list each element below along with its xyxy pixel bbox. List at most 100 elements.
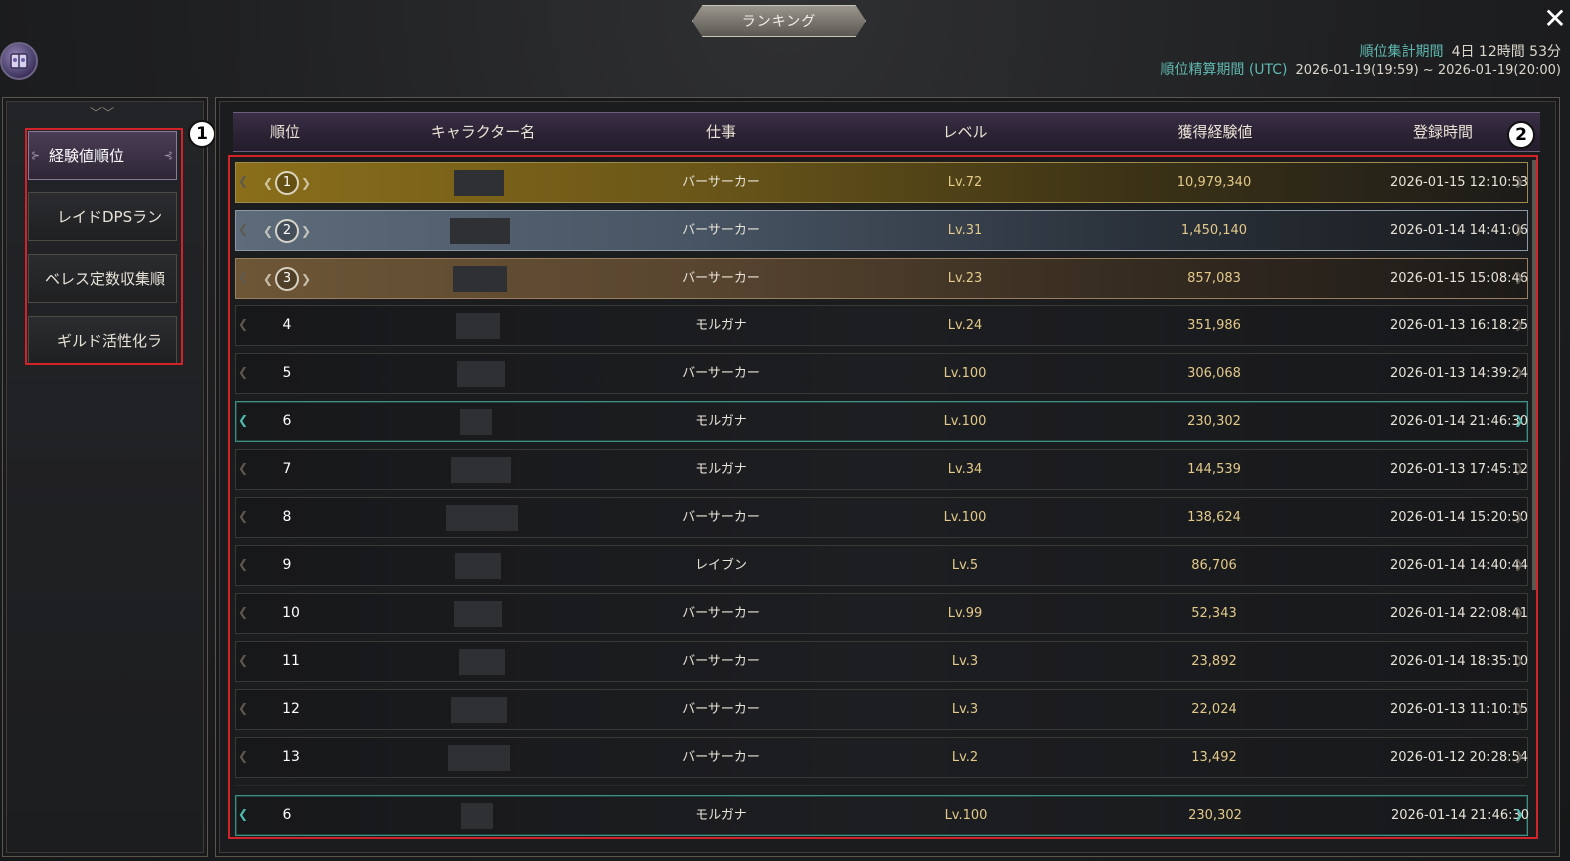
character-name-redacted xyxy=(448,745,510,771)
tab-exp-ranking[interactable]: ⊱ 経験値順位 ⊰ xyxy=(28,131,177,180)
table-row[interactable]: ❮ ❮ 3 ❯ バーサーカー Lv.23 857,083 2026-01-15 15… xyxy=(235,258,1528,299)
header-job: 仕事 xyxy=(705,123,737,141)
annotation-badge-1: 1 xyxy=(188,120,216,148)
table-row[interactable]: ❮ 4 モルガナ Lv.24 351,986 2026-01-13 16:18:… xyxy=(235,305,1528,346)
time-cell: 2026-01-14 14:41:06 xyxy=(1389,223,1529,238)
character-name-redacted xyxy=(459,649,505,675)
exp-cell: 230,302 xyxy=(1187,414,1241,429)
exp-cell: 1,450,140 xyxy=(1180,223,1248,238)
ranking-menu-icon[interactable] xyxy=(0,42,38,80)
scrollbar[interactable] xyxy=(1532,160,1536,590)
job-cell: バーサーカー xyxy=(682,510,760,525)
table-row[interactable]: ❮ 12 バーサーカー Lv.3 22,024 2026-01-13 11:10… xyxy=(235,689,1528,730)
row-edge-icon: ❯ xyxy=(1513,365,1524,379)
exp-cell: 306,068 xyxy=(1187,366,1241,381)
character-name-redacted xyxy=(455,553,501,579)
time-cell: 2026-01-13 16:18:25 xyxy=(1389,318,1529,333)
table-row[interactable]: ❮ 10 バーサーカー Lv.99 52,343 2026-01-14 22:0… xyxy=(235,593,1528,634)
rank-number: 10 xyxy=(282,605,300,621)
level-cell: Lv.2 xyxy=(951,750,979,765)
exp-cell: 22,024 xyxy=(1191,702,1237,717)
gold-medal-icon: ❮ 1 ❯ xyxy=(249,167,325,198)
settlement-period-label: 順位精算期間 (UTC) xyxy=(1160,62,1288,78)
character-name-redacted xyxy=(451,457,511,483)
level-cell: Lv.100 xyxy=(944,808,988,823)
character-name-redacted xyxy=(456,313,500,339)
table-row[interactable]: ❮ 8 バーサーカー Lv.100 138,624 2026-01-14 15:… xyxy=(235,497,1528,538)
header-level: レベル xyxy=(942,123,988,141)
rank-number: 1 xyxy=(275,170,299,195)
level-cell: Lv.5 xyxy=(951,558,979,573)
level-cell: Lv.34 xyxy=(947,462,983,477)
level-cell: Lv.100 xyxy=(943,414,987,429)
rank-number: 12 xyxy=(282,701,300,717)
close-icon[interactable]: ✕ xyxy=(1541,5,1569,33)
row-edge-icon: ❮ xyxy=(238,807,249,821)
aggregation-period: 順位集計期間 4日 12時間 53分 xyxy=(1360,41,1561,61)
table-row[interactable]: ❮ ❮ 2 ❯ バーサーカー Lv.31 1,450,140 2026-01-14 … xyxy=(235,210,1528,251)
rank-number: 4 xyxy=(282,317,292,333)
time-cell: 2026-01-14 22:08:41 xyxy=(1389,606,1529,621)
header-registered-time: 登録時間 xyxy=(1412,123,1474,141)
row-edge-icon: ❮ xyxy=(238,174,249,188)
row-edge-icon: ❮ xyxy=(238,270,249,284)
table-row[interactable]: ❮ 5 バーサーカー Lv.100 306,068 2026-01-13 14:… xyxy=(235,353,1528,394)
character-name-redacted xyxy=(461,803,493,829)
time-cell: 2026-01-13 14:39:24 xyxy=(1389,366,1529,381)
table-row[interactable]: ❮ 9 レイブン Lv.5 86,706 2026-01-14 14:40:44… xyxy=(235,545,1528,586)
row-edge-icon: ❮ xyxy=(238,509,249,523)
exp-cell: 230,302 xyxy=(1188,808,1242,823)
rank-number: 5 xyxy=(282,365,292,381)
row-edge-icon: ❮ xyxy=(238,461,249,475)
exp-cell: 10,979,340 xyxy=(1176,175,1252,190)
level-cell: Lv.100 xyxy=(943,510,987,525)
time-cell: 2026-01-14 15:20:50 xyxy=(1389,510,1529,525)
rank-number: 6 xyxy=(282,807,292,823)
rank-number: 8 xyxy=(282,509,292,525)
row-edge-icon: ❮ xyxy=(238,413,249,427)
ornament-icon: ﹀﹀ xyxy=(90,106,115,120)
tab-label: 経験値順位 xyxy=(49,147,125,165)
job-cell: モルガナ xyxy=(695,414,747,429)
table-row[interactable]: ❮ 7 モルガナ Lv.34 144,539 2026-01-13 17:45:… xyxy=(235,449,1528,490)
row-edge-icon: ❮ xyxy=(238,701,249,715)
job-cell: モルガナ xyxy=(695,462,747,477)
exp-cell: 86,706 xyxy=(1191,558,1237,573)
time-cell: 2026-01-13 11:10:15 xyxy=(1389,702,1529,717)
exp-cell: 52,343 xyxy=(1191,606,1237,621)
book-icon xyxy=(10,53,28,69)
character-name-redacted xyxy=(454,601,502,627)
row-edge-icon: ❮ xyxy=(238,557,249,571)
character-name-redacted xyxy=(454,170,504,196)
character-name-redacted xyxy=(450,218,510,244)
rank-number: 7 xyxy=(282,461,292,477)
level-cell: Lv.100 xyxy=(943,366,987,381)
character-name-redacted xyxy=(451,697,507,723)
my-rank-row[interactable]: ❮ 6 モルガナ Lv.100 230,302 2026-01-14 21:46… xyxy=(235,795,1529,836)
character-name-redacted xyxy=(460,409,492,435)
table-row[interactable]: ❮ 11 バーサーカー Lv.3 23,892 2026-01-14 18:35… xyxy=(235,641,1528,682)
row-edge-icon: ❯ xyxy=(1513,317,1524,331)
rank-number: 11 xyxy=(282,653,300,669)
row-edge-icon: ❯ xyxy=(1513,174,1524,188)
tab-beres-collection-ranking[interactable]: ベレス定数収集順 xyxy=(28,254,177,303)
level-cell: Lv.3 xyxy=(951,654,979,669)
table-row-my-rank[interactable]: ❮ 6 モルガナ Lv.100 230,302 2026-01-14 21:46… xyxy=(235,401,1528,442)
table-row[interactable]: ❮ ❮ 1 ❯ バーサーカー Lv.72 10,979,340 2026-01-15… xyxy=(235,162,1528,203)
tab-label: ベレス定数収集順 xyxy=(45,270,166,288)
row-edge-icon: ❯ xyxy=(1513,653,1524,667)
level-cell: Lv.23 xyxy=(947,271,983,286)
job-cell: モルガナ xyxy=(695,808,747,823)
rank-number: 6 xyxy=(282,413,292,429)
exp-cell: 351,986 xyxy=(1187,318,1241,333)
row-edge-icon: ❮ xyxy=(238,749,249,763)
time-cell: 2026-01-15 15:08:46 xyxy=(1389,271,1529,286)
table-row[interactable]: ❮ 13 バーサーカー Lv.2 13,492 2026-01-12 20:28… xyxy=(235,737,1528,778)
job-cell: バーサーカー xyxy=(682,366,760,381)
tab-guild-activity-ranking[interactable]: ギルド活性化ラ xyxy=(28,316,177,365)
row-edge-icon: ❯ xyxy=(1513,701,1524,715)
level-cell: Lv.99 xyxy=(947,606,983,621)
tab-raid-dps-ranking[interactable]: レイドDPSラン xyxy=(28,192,177,241)
exp-cell: 138,624 xyxy=(1187,510,1241,525)
row-edge-icon: ❮ xyxy=(238,222,249,236)
